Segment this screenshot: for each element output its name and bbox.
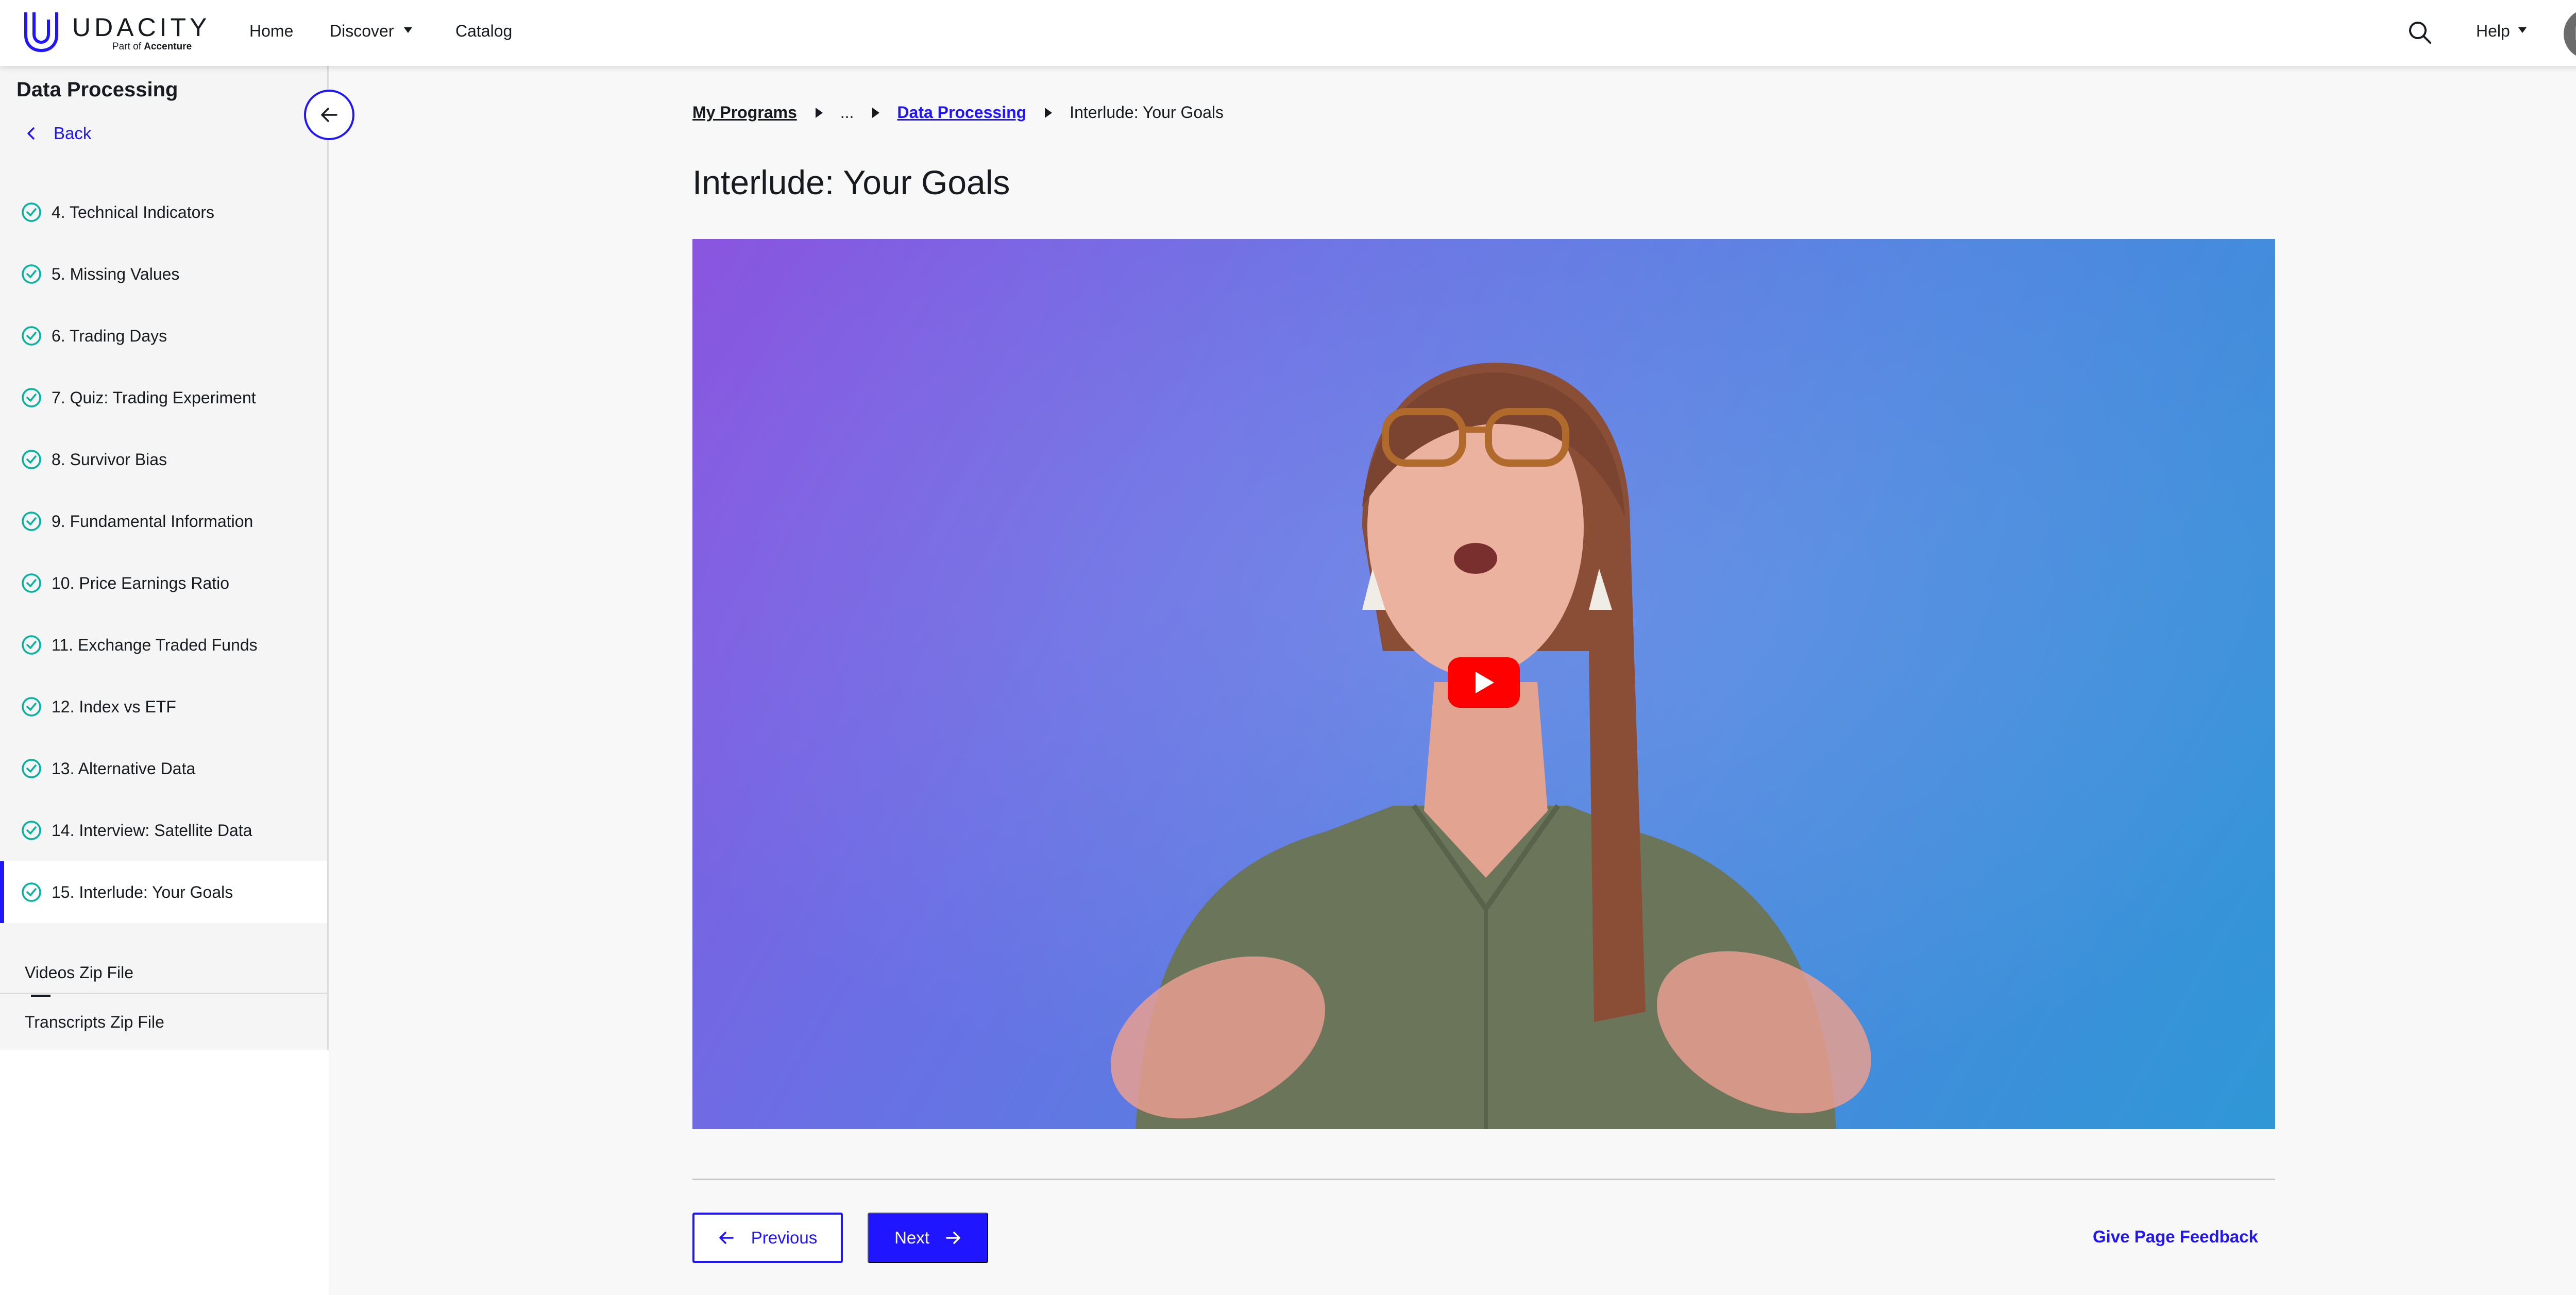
lesson-item[interactable]: 7. Quiz: Trading Experiment (0, 367, 327, 429)
next-button[interactable]: Next (868, 1213, 988, 1263)
breadcrumb-my-programs[interactable]: My Programs (692, 103, 797, 122)
check-circle-icon (22, 759, 41, 778)
check-circle-icon (22, 882, 41, 902)
arrow-left-icon (719, 1232, 734, 1244)
lesson-item[interactable]: 9. Fundamental Information (0, 490, 327, 552)
lesson-item[interactable]: 13. Alternative Data (0, 738, 327, 799)
lesson-item[interactable]: 11. Exchange Traded Funds (0, 614, 327, 676)
youtube-play-button[interactable] (1448, 657, 1520, 708)
check-circle-icon (22, 264, 41, 284)
give-feedback-link[interactable]: Give Page Feedback (2093, 1227, 2258, 1247)
udacity-logo[interactable]: UDACITY Part of Accenture (23, 9, 208, 56)
content-divider (692, 1179, 2275, 1180)
sidebar-divider (0, 993, 327, 994)
lesson-item[interactable]: 15. Interlude: Your Goals (0, 861, 327, 923)
lesson-item[interactable]: 14. Interview: Satellite Data (0, 799, 327, 861)
lesson-item[interactable]: 6. Trading Days (0, 305, 327, 367)
section-dash (31, 995, 50, 997)
sidebar-title: Data Processing (16, 78, 178, 101)
lesson-label: 7. Quiz: Trading Experiment (52, 388, 256, 407)
check-circle-icon (22, 450, 41, 469)
top-navigation: UDACITY Part of Accenture Home Discover … (0, 0, 2576, 66)
check-circle-icon (22, 512, 41, 531)
check-circle-icon (22, 202, 41, 222)
check-circle-icon (22, 326, 41, 346)
videos-zip-link[interactable]: Videos Zip File (25, 963, 133, 982)
sidebar-empty-area (0, 1050, 329, 1295)
back-label: Back (54, 124, 92, 143)
breadcrumb-separator-icon (815, 107, 823, 118)
search-icon[interactable] (2408, 21, 2432, 44)
chevron-left-icon (27, 127, 35, 140)
lesson-item[interactable]: 12. Index vs ETF (0, 676, 327, 738)
lesson-label: 5. Missing Values (52, 264, 180, 283)
video-player[interactable] (692, 239, 2275, 1129)
lesson-label: 12. Index vs ETF (52, 697, 176, 716)
breadcrumb-data-processing[interactable]: Data Processing (897, 103, 1026, 122)
back-link[interactable]: Back (24, 124, 91, 143)
lesson-item[interactable]: 10. Price Earnings Ratio (0, 552, 327, 614)
user-avatar[interactable]: HC (2564, 9, 2576, 59)
logo-wordmark: UDACITY (72, 13, 211, 42)
next-label: Next (894, 1228, 929, 1247)
lesson-item[interactable]: 8. Survivor Bias (0, 429, 327, 490)
transcripts-zip-link[interactable]: Transcripts Zip File (25, 1013, 164, 1032)
nav-discover[interactable]: Discover (330, 22, 413, 41)
nav-home[interactable]: Home (249, 22, 293, 41)
lesson-label: 10. Price Earnings Ratio (52, 573, 230, 592)
udacity-logo-icon (24, 12, 58, 53)
caret-down-icon (404, 27, 413, 33)
lesson-sidebar: Data Processing Back 4. Technical Indica… (0, 66, 329, 1050)
lesson-label: 14. Interview: Satellite Data (52, 821, 252, 840)
check-circle-icon (22, 821, 41, 840)
check-circle-icon (22, 388, 41, 407)
caret-down-icon (2518, 27, 2527, 33)
logo-tagline: Part of Accenture (112, 41, 192, 52)
page-title: Interlude: Your Goals (692, 163, 1010, 201)
lesson-label: 15. Interlude: Your Goals (52, 882, 233, 901)
nav-help[interactable]: Help (2476, 22, 2527, 41)
lesson-label: 13. Alternative Data (52, 759, 196, 778)
lesson-label: 9. Fundamental Information (52, 512, 253, 531)
check-circle-icon (22, 573, 41, 593)
breadcrumb-current: Interlude: Your Goals (1070, 103, 1224, 122)
breadcrumb-separator-icon (872, 107, 880, 118)
arrow-left-icon (321, 108, 337, 122)
previous-button[interactable]: Previous (692, 1213, 843, 1263)
lesson-label: 8. Survivor Bias (52, 450, 167, 469)
lesson-item[interactable]: 5. Missing Values (0, 243, 327, 305)
lesson-label: 11. Exchange Traded Funds (52, 635, 258, 654)
breadcrumb: My Programs ... Data Processing Interlud… (692, 103, 1224, 122)
check-circle-icon (22, 635, 41, 655)
previous-label: Previous (751, 1228, 818, 1247)
check-circle-icon (22, 697, 41, 717)
collapse-sidebar-button[interactable] (304, 90, 354, 140)
lesson-label: 6. Trading Days (52, 326, 167, 345)
breadcrumb-ellipsis[interactable]: ... (840, 103, 854, 122)
lesson-label: 4. Technical Indicators (52, 202, 215, 221)
lesson-item[interactable]: 4. Technical Indicators (0, 181, 327, 243)
nav-catalog[interactable]: Catalog (455, 22, 512, 41)
arrow-right-icon (946, 1232, 960, 1244)
breadcrumb-separator-icon (1045, 107, 1053, 118)
